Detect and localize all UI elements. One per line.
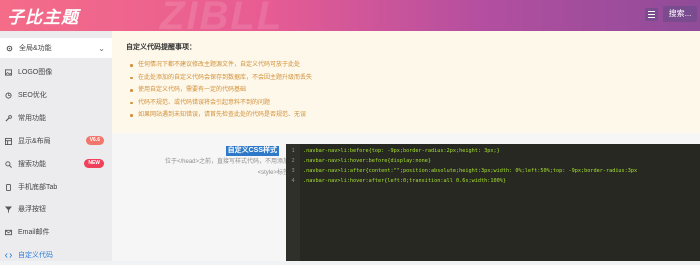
line-number: 4 <box>291 178 295 184</box>
sidebar-item-label: 全局&功能 <box>19 45 52 52</box>
code-text: .navbar-nav>li:hover:after{left:0;transi… <box>303 178 507 184</box>
notice-panel: 自定义代码提醒事项： 任何情况下都不建议修改主题源文件，自定义代码可放于此处 在… <box>112 31 700 133</box>
mobile-icon <box>6 183 11 191</box>
layout-icon <box>5 137 12 145</box>
setting-title: 自定义CSS样式 <box>225 146 279 156</box>
sidebar-item-email[interactable]: Email邮件 <box>0 222 112 242</box>
sidebar-item-common[interactable]: 常用功能 <box>0 108 112 128</box>
code-line: 3 .navbar-nav>li:after{content:"";positio… <box>286 166 637 176</box>
code-text: .navbar-nav>li:hover:before{display:none… <box>303 158 432 164</box>
brand-watermark: ZIBLL <box>160 0 284 31</box>
sidebar-item-label: Email邮件 <box>18 229 50 236</box>
list-item: 代码不规范、或代码错误将会引起意料不到的问题 <box>126 97 312 110</box>
sidebar-item-label: 搜索功能 <box>18 161 46 168</box>
list-item: 任何情况下都不建议修改主题源文件，自定义代码可放于此处 <box>126 59 312 72</box>
brand-logo: 子比主题 <box>7 8 79 27</box>
line-number: 1 <box>291 148 295 154</box>
wrench-icon <box>5 114 12 122</box>
sidebar-item-label: 显示&布局 <box>18 138 51 145</box>
setting-description-line: 位于</head>之前，直接写样式代码，不用添加 <box>164 159 289 165</box>
sidebar-item-layout[interactable]: 显示&布局 V6.6 <box>0 131 112 151</box>
sidebar-item-search[interactable]: 搜索功能 NEW <box>0 154 112 174</box>
chevron-down-icon: ⌄ <box>98 44 105 53</box>
list-item: 在此处添加的自定义代码会保存到数据库，不会因主题升级而丢失 <box>126 72 312 85</box>
new-badge: NEW <box>84 159 104 168</box>
sidebar-item-label: 手机底部Tab <box>18 184 58 191</box>
sidebar-item-float-button[interactable]: 悬浮按钮 <box>0 199 112 219</box>
notice-list: 任何情况下都不建议修改主题源文件，自定义代码可放于此处 在此处添加的自定义代码会… <box>126 59 312 122</box>
setting-description-line: <style>标签 <box>257 170 289 176</box>
mail-icon <box>5 229 12 235</box>
gear-icon <box>6 45 13 51</box>
sidebar: 全局&功能 ⌄ LOGO图像 SEO优化 常用功能 显示&布局 V6.6 搜索功… <box>0 31 112 261</box>
code-text: .navbar-nav>li:after{content:"";position… <box>303 168 638 174</box>
code-line: 1 .navbar-nav>li:before{top: -9px;border-… <box>286 146 500 156</box>
notice-title: 自定义代码提醒事项： <box>126 44 196 51</box>
sidebar-item-label: 自定义代码 <box>18 252 53 259</box>
code-icon <box>5 252 12 258</box>
pin-icon <box>5 205 12 213</box>
sidebar-item-custom-code[interactable]: 自定义代码 <box>0 245 112 265</box>
top-header: 子比主题 ZIBLL 搜索... <box>0 0 700 31</box>
sidebar-item-logo[interactable]: LOGO图像 <box>0 62 112 82</box>
sidebar-item-mobile-tab[interactable]: 手机底部Tab <box>0 177 112 197</box>
sidebar-item-label: 悬浮按钮 <box>18 206 46 213</box>
sidebar-item-label: LOGO图像 <box>18 69 53 76</box>
search-icon <box>5 160 12 168</box>
line-number: 3 <box>291 168 295 174</box>
search-button[interactable]: 搜索... <box>663 6 697 22</box>
sidebar-item-label: 常用功能 <box>18 115 46 122</box>
seo-icon <box>5 91 12 99</box>
code-text: .navbar-nav>li:before{top: -9px;border-r… <box>303 148 500 154</box>
code-line: 2 .navbar-nav>li:hover:before{display:non… <box>286 156 431 166</box>
line-number: 2 <box>291 158 295 164</box>
code-line: 4 .navbar-nav>li:hover:after{left:0;trans… <box>286 176 506 186</box>
setting-description: 位于</head>之前，直接写样式代码，不用添加 <style>标签 <box>126 157 289 179</box>
list-item: 使用自定义代码，需要有一定的代码基础 <box>126 84 312 97</box>
menu-icon[interactable] <box>645 8 658 21</box>
sidebar-item-global[interactable]: 全局&功能 ⌄ <box>0 38 112 58</box>
version-badge: V6.6 <box>85 136 104 145</box>
css-code-editor[interactable]: 1 .navbar-nav>li:before{top: -9px;border-… <box>286 144 700 261</box>
sidebar-item-label: SEO优化 <box>18 92 47 99</box>
list-item: 如果网站遇到未知错误，请首先检查此处的代码是否规范、无误 <box>126 109 312 122</box>
image-icon <box>5 68 12 76</box>
sidebar-item-seo[interactable]: SEO优化 <box>0 85 112 105</box>
